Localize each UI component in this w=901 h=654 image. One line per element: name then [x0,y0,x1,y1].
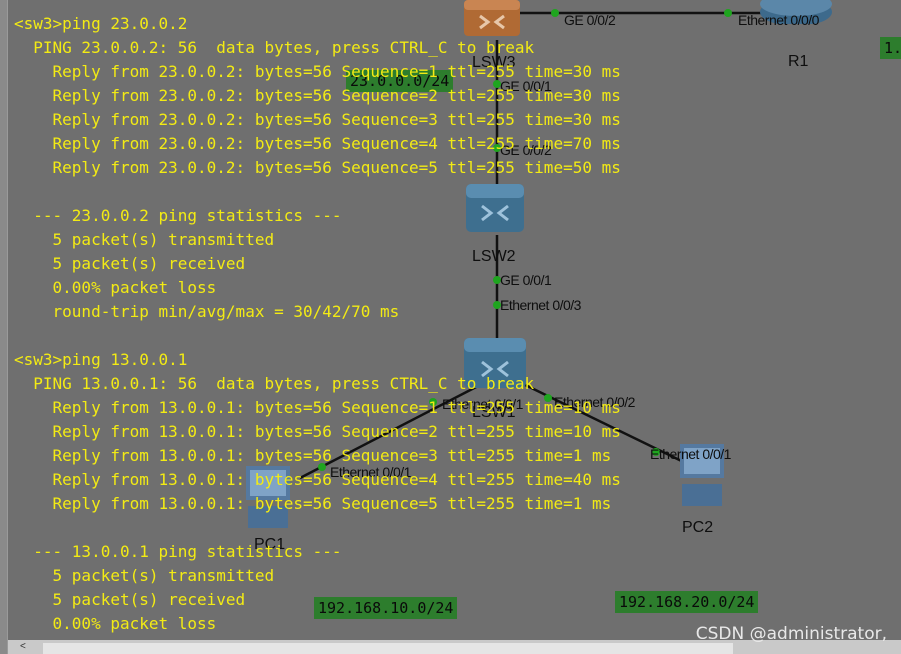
terminal-line: Reply from 13.0.0.1: bytes=56 Sequence=3… [14,446,612,465]
terminal-line: 0.00% packet loss [14,614,217,633]
port-dot-r1-eth000 [724,9,732,17]
scroll-left-arrow-icon[interactable]: < [20,641,26,652]
terminal-line: Reply from 13.0.0.1: bytes=56 Sequence=2… [14,422,621,441]
port-label-pc2-eth001: Ethernet 0/0/1 [650,446,731,462]
terminal-line: <sw3>ping 13.0.0.1 [14,350,188,369]
terminal-line: --- 13.0.0.1 ping statistics --- [14,542,342,561]
terminal-line: PING 23.0.0.2: 56 data bytes, press CTRL… [14,38,535,57]
terminal-line: 5 packet(s) received [14,254,246,273]
port-label-r1-eth000: Ethernet 0/0/0 [738,12,819,28]
terminal-line: Reply from 23.0.0.2: bytes=56 Sequence=1… [14,62,621,81]
ensp-topology-canvas: LSW3 R1 LSW2 LSW1 PC1 PC2 GE 0/0/2 Ether… [0,0,901,654]
terminal-line: Reply from 23.0.0.2: bytes=56 Sequence=2… [14,86,621,105]
terminal-line: Reply from 23.0.0.2: bytes=56 Sequence=3… [14,110,621,129]
terminal-line: 5 packet(s) transmitted [14,566,275,585]
terminal-line: --- 23.0.0.2 ping statistics --- [14,206,342,225]
terminal-line: 0.00% packet loss [14,278,217,297]
terminal-line: Reply from 13.0.0.1: bytes=56 Sequence=5… [14,494,612,513]
terminal-line: <sw3>ping 23.0.0.2 [14,14,188,33]
terminal-line: Reply from 23.0.0.2: bytes=56 Sequence=5… [14,158,621,177]
terminal-output[interactable]: <sw3>ping 23.0.0.2 PING 23.0.0.2: 56 dat… [14,12,621,636]
scrollbar-thumb[interactable] [43,643,733,654]
network-label-pc2: 192.168.20.0/24 [615,591,759,613]
csdn-watermark: CSDN @administrator, [695,624,887,644]
network-label-right-partial: 1. [880,37,901,59]
terminal-line: 5 packet(s) received [14,590,246,609]
device-label-r1: R1 [788,53,809,70]
terminal-line: Reply from 23.0.0.2: bytes=56 Sequence=4… [14,134,621,153]
device-label-pc2: PC2 [682,519,714,536]
terminal-line: PING 13.0.0.1: 56 data bytes, press CTRL… [14,374,535,393]
terminal-line: Reply from 13.0.0.1: bytes=56 Sequence=4… [14,470,621,489]
terminal-line: Reply from 13.0.0.1: bytes=56 Sequence=1… [14,398,621,417]
terminal-line: 5 packet(s) transmitted [14,230,275,249]
terminal-line: round-trip min/avg/max = 30/42/70 ms [14,302,400,321]
